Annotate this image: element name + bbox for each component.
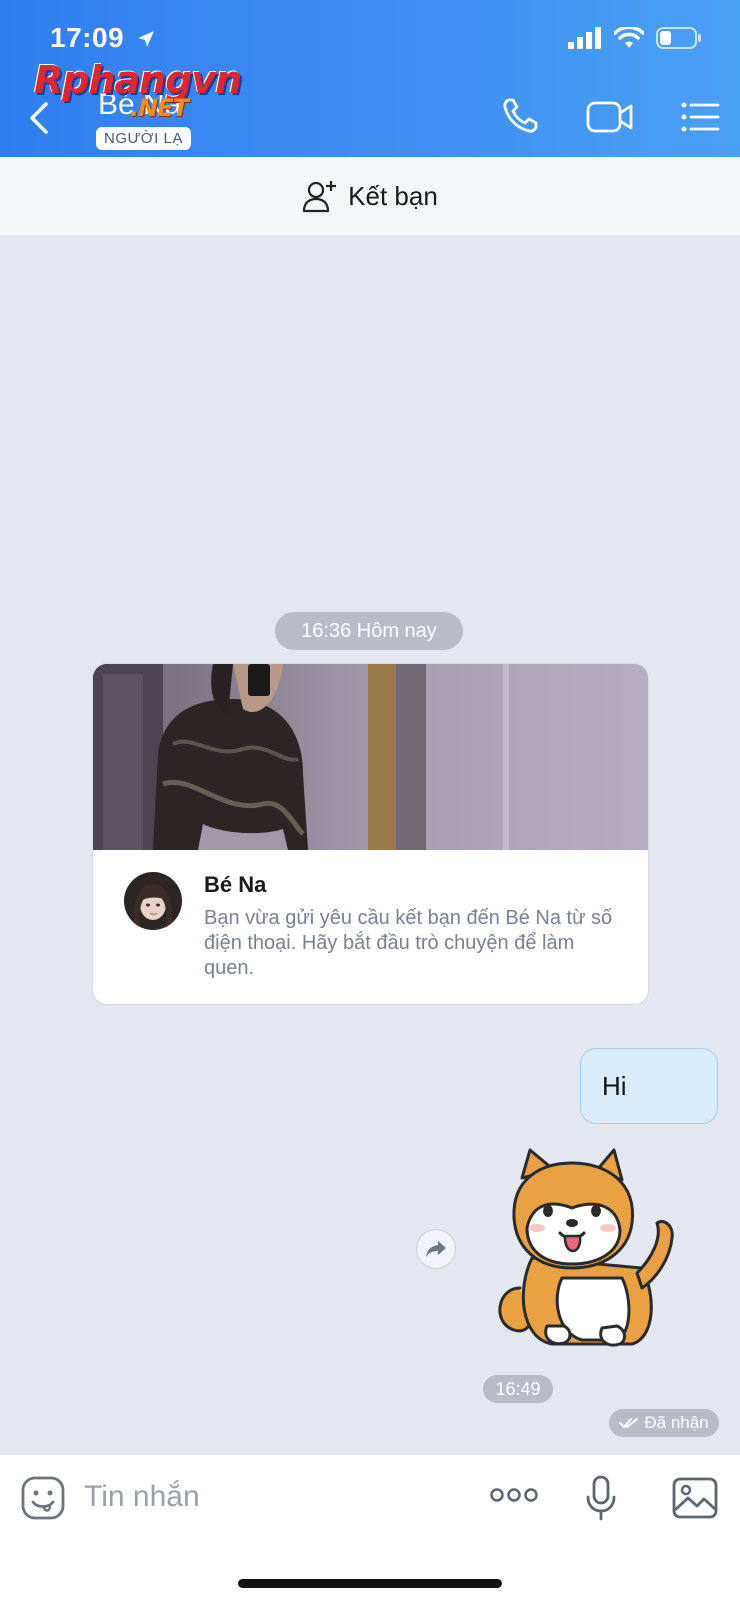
- watermark-logo: Rphangvn .NET: [34, 58, 242, 122]
- more-dots-icon[interactable]: [490, 1485, 538, 1505]
- status-icons: [568, 26, 702, 50]
- add-friend-button[interactable]: Kết bạn: [0, 157, 740, 235]
- back-chevron-icon[interactable]: [22, 98, 58, 138]
- friend-request-card[interactable]: Bé Na Bạn vừa gửi yêu cầu kết bạn đến Bé…: [93, 664, 648, 1004]
- add-friend-label: Kết bạn: [348, 180, 438, 211]
- add-user-icon: [303, 181, 337, 213]
- video-call-icon[interactable]: [586, 100, 634, 134]
- message-input[interactable]: [84, 1475, 464, 1519]
- menu-list-icon[interactable]: [680, 100, 720, 134]
- card-description: Bạn vừa gửi yêu cầu kết bạn đến Bé Na từ…: [204, 907, 613, 979]
- share-arrow-icon: [426, 1241, 446, 1257]
- message-bubble-outgoing[interactable]: Hi: [580, 1048, 718, 1124]
- message-time: 16:49: [483, 1375, 553, 1403]
- card-contact-name: Bé Na: [204, 872, 267, 897]
- location-arrow-icon: [138, 31, 155, 47]
- avatar[interactable]: [124, 872, 182, 930]
- home-indicator[interactable]: [238, 1579, 502, 1588]
- emoji-icon[interactable]: [20, 1475, 66, 1521]
- double-check-icon: [619, 1418, 639, 1429]
- forward-button[interactable]: [416, 1229, 456, 1269]
- shiba-sticker[interactable]: [492, 1148, 692, 1358]
- message-text: Hi: [602, 1071, 627, 1101]
- signal-icon: [568, 27, 601, 49]
- watermark-suffix: .NET: [130, 94, 189, 122]
- cover-photo[interactable]: [93, 664, 648, 850]
- status-bar-time: 17:09: [50, 22, 156, 54]
- microphone-icon[interactable]: [586, 1475, 616, 1521]
- wifi-icon: [614, 27, 644, 48]
- status-time-text: 17:09: [50, 22, 125, 53]
- delivery-status: Đã nhận: [609, 1409, 719, 1437]
- delivery-status-text: Đã nhận: [644, 1413, 709, 1432]
- chat-header: 17:09 Bé Na NGƯỜI LẠ Rphangvn .NET: [0, 0, 740, 157]
- image-icon[interactable]: [672, 1477, 718, 1519]
- time-separator: 16:36 Hôm nay: [275, 612, 463, 650]
- stranger-badge: NGƯỜI LẠ: [96, 127, 191, 150]
- phone-icon[interactable]: [500, 96, 540, 136]
- card-body: Bé Na Bạn vừa gửi yêu cầu kết bạn đến Bé…: [93, 850, 648, 1004]
- battery-icon: [656, 27, 701, 49]
- composer-bar: [0, 1455, 740, 1600]
